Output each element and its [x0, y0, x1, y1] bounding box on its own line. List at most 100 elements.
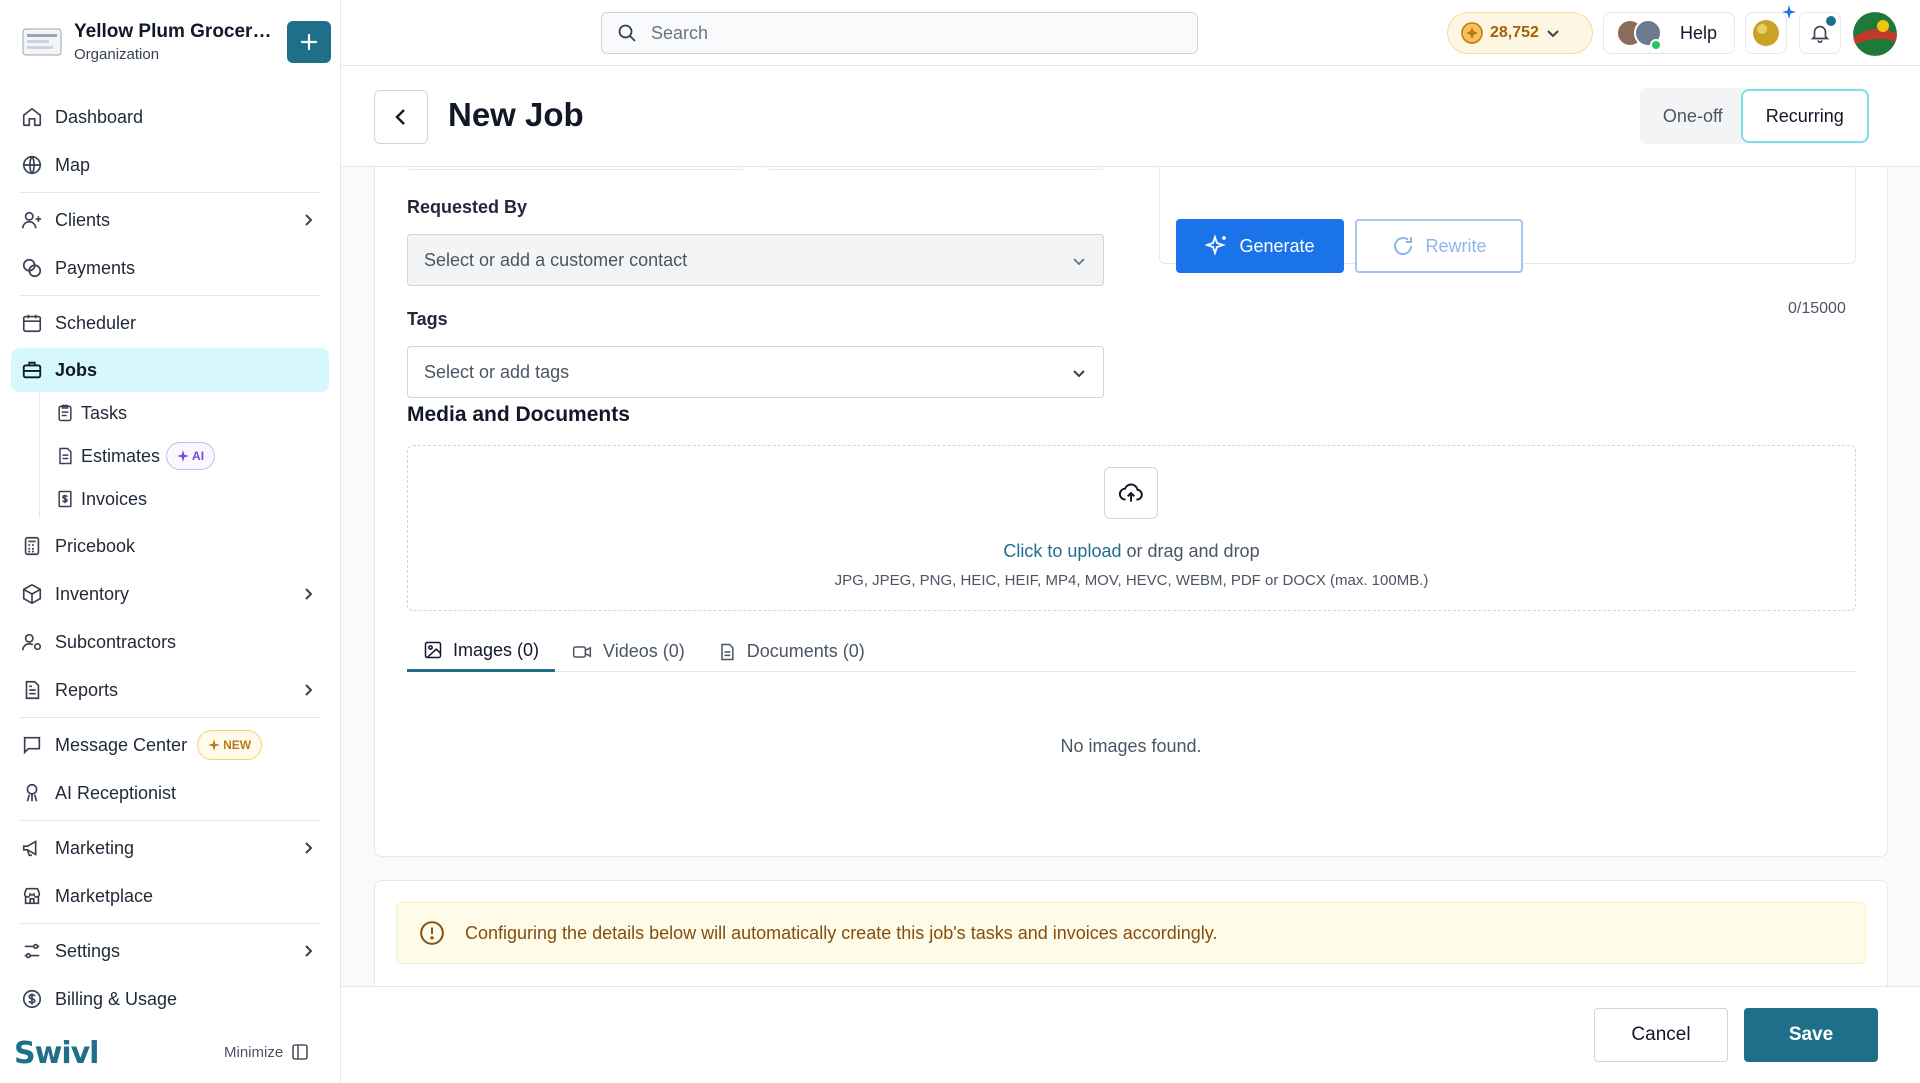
scrolled-input[interactable] — [766, 167, 1103, 170]
save-button[interactable]: Save — [1744, 1008, 1878, 1062]
requested-by-label: Requested By — [407, 197, 528, 217]
search-input[interactable]: Search — [601, 12, 1198, 54]
minimize-label: Minimize — [224, 1043, 284, 1061]
user-avatar[interactable] — [1853, 12, 1897, 56]
sidebar-item-pricebook[interactable]: Pricebook — [11, 524, 329, 568]
chevron-down-icon — [1547, 30, 1559, 38]
sidebar-item-scheduler[interactable]: Scheduler — [11, 301, 329, 345]
tab-documents[interactable]: Documents (0) — [701, 631, 881, 672]
chevron-down-icon — [1073, 258, 1085, 266]
tab-images[interactable]: Images (0) — [407, 631, 556, 672]
sidebar-item-label: Scheduler — [55, 312, 137, 333]
chevron-right-icon — [305, 214, 313, 226]
sidebar-item-label: Subcontractors — [55, 631, 177, 652]
sidebar-item-label: Settings — [55, 940, 121, 961]
sidebar-subitem-tasks[interactable]: Tasks — [55, 395, 127, 431]
ai-badge-label: AI — [192, 449, 205, 463]
search-placeholder: Search — [651, 22, 709, 43]
sparkles-icon — [1205, 234, 1227, 256]
coins-dropdown[interactable]: 28,752 — [1447, 12, 1593, 54]
upload-formats: JPG, JPEG, PNG, HEIC, HEIF, MP4, MOV, HE… — [834, 572, 1429, 589]
sparkle-icon — [1782, 5, 1796, 19]
store-icon — [23, 887, 41, 905]
online-status-dot — [1650, 39, 1662, 51]
click-to-upload-link[interactable]: Click to upload — [1003, 541, 1121, 561]
ai-orb-icon — [1753, 20, 1779, 46]
scrolled-input[interactable] — [407, 167, 744, 170]
message-icon — [23, 736, 41, 755]
rewrite-label: Rewrite — [1425, 235, 1487, 256]
sidebar-subitem-estimates[interactable]: Estimates AI — [55, 438, 216, 474]
video-icon — [572, 645, 592, 658]
sidebar-subitem-invoices[interactable]: Invoices — [55, 481, 147, 517]
panel-icon — [292, 1044, 308, 1060]
sidebar-item-marketplace[interactable]: Marketplace — [11, 874, 329, 918]
back-button[interactable] — [374, 90, 428, 144]
add-button[interactable] — [287, 21, 331, 63]
team-avatars — [1616, 17, 1668, 51]
sidebar-item-label: Pricebook — [55, 535, 136, 556]
tags-select[interactable]: Select or add tags — [407, 346, 1104, 398]
clipboard-icon — [58, 404, 72, 422]
sidebar-item-reports[interactable]: Reports — [11, 668, 329, 712]
job-details-card: Requested By Select or add a customer co… — [374, 167, 1888, 857]
empty-state: No images found. — [1060, 736, 1202, 756]
home-icon — [22, 107, 42, 127]
media-section-title: Media and Documents — [407, 403, 630, 426]
sidebar-item-label: Marketing — [55, 837, 135, 858]
upload-instructions: Click to upload or drag and drop — [408, 541, 1855, 562]
requested-by-select[interactable]: Select or add a customer contact — [407, 234, 1104, 286]
sidebar-item-message-center[interactable]: Message Center NEW — [11, 723, 329, 767]
sidebar-item-payments[interactable]: Payments — [11, 246, 329, 290]
sidebar-item-inventory[interactable]: Inventory — [11, 572, 329, 616]
recurring-option[interactable]: Recurring — [1740, 89, 1869, 143]
minimize-button[interactable]: Minimize — [224, 1043, 309, 1061]
top-bar: Search 28,752 Help — [341, 0, 1920, 66]
invoice-icon — [58, 490, 72, 508]
chevron-right-icon — [305, 588, 313, 600]
tab-label: Images (0) — [453, 639, 540, 660]
cloud-upload-icon — [1118, 483, 1143, 502]
upload-button[interactable] — [1104, 467, 1158, 519]
tags-placeholder: Select or add tags — [424, 361, 570, 382]
sidebar-item-subcontractors[interactable]: Subcontractors — [11, 620, 329, 664]
dollar-circle-icon — [22, 989, 42, 1009]
org-logo-icon — [20, 20, 64, 64]
cancel-button[interactable]: Cancel — [1594, 1008, 1728, 1062]
sidebar-item-settings[interactable]: Settings — [11, 929, 329, 973]
sidebar-item-dashboard[interactable]: Dashboard — [11, 95, 329, 139]
sidebar-subitem-label: Invoices — [81, 488, 148, 509]
media-tabs: Images (0) Videos (0) Documents (0) — [407, 631, 1856, 672]
recurring-config-card: Configuring the details below will autom… — [374, 880, 1888, 986]
sidebar-item-marketing[interactable]: Marketing — [11, 826, 329, 870]
generate-label: Generate — [1239, 235, 1315, 256]
tab-videos[interactable]: Videos (0) — [555, 631, 701, 672]
sidebar-item-ai-receptionist[interactable]: AI Receptionist — [11, 771, 329, 815]
refresh-icon — [1394, 237, 1413, 255]
sidebar: Yellow Plum Grocers... Organization Dash… — [0, 0, 341, 1083]
ai-assistant-button[interactable] — [1745, 5, 1796, 54]
chevron-right-icon — [305, 842, 313, 854]
notifications-button[interactable] — [1799, 12, 1841, 54]
sidebar-item-billing[interactable]: Billing & Usage — [11, 977, 329, 1021]
coins-value: 28,752 — [1490, 24, 1539, 41]
sidebar-item-jobs[interactable]: Jobs — [11, 348, 329, 392]
notice-text: Configuring the details below will autom… — [465, 922, 1218, 943]
description-textarea[interactable]: Generate Rewrite — [1159, 167, 1856, 273]
notification-dot — [1826, 16, 1836, 26]
divider — [20, 295, 320, 296]
info-notice: Configuring the details below will autom… — [396, 902, 1866, 964]
org-switcher[interactable]: Yellow Plum Grocers... Organization — [20, 20, 331, 64]
one-off-option[interactable]: One-off — [1640, 88, 1746, 144]
sidebar-item-clients[interactable]: Clients — [11, 198, 329, 242]
help-button[interactable]: Help — [1603, 12, 1735, 54]
new-badge: NEW — [197, 730, 263, 760]
divider — [20, 923, 320, 924]
sidebar-item-label: Map — [55, 154, 91, 175]
rewrite-button[interactable]: Rewrite — [1355, 219, 1523, 273]
sidebar-item-map[interactable]: Map — [11, 143, 329, 187]
upload-dropzone[interactable]: Click to upload or drag and drop JPG, JP… — [407, 445, 1856, 611]
generate-button[interactable]: Generate — [1176, 219, 1344, 273]
user-plus-icon — [22, 211, 42, 229]
sidebar-subitem-label: Estimates — [81, 445, 161, 466]
